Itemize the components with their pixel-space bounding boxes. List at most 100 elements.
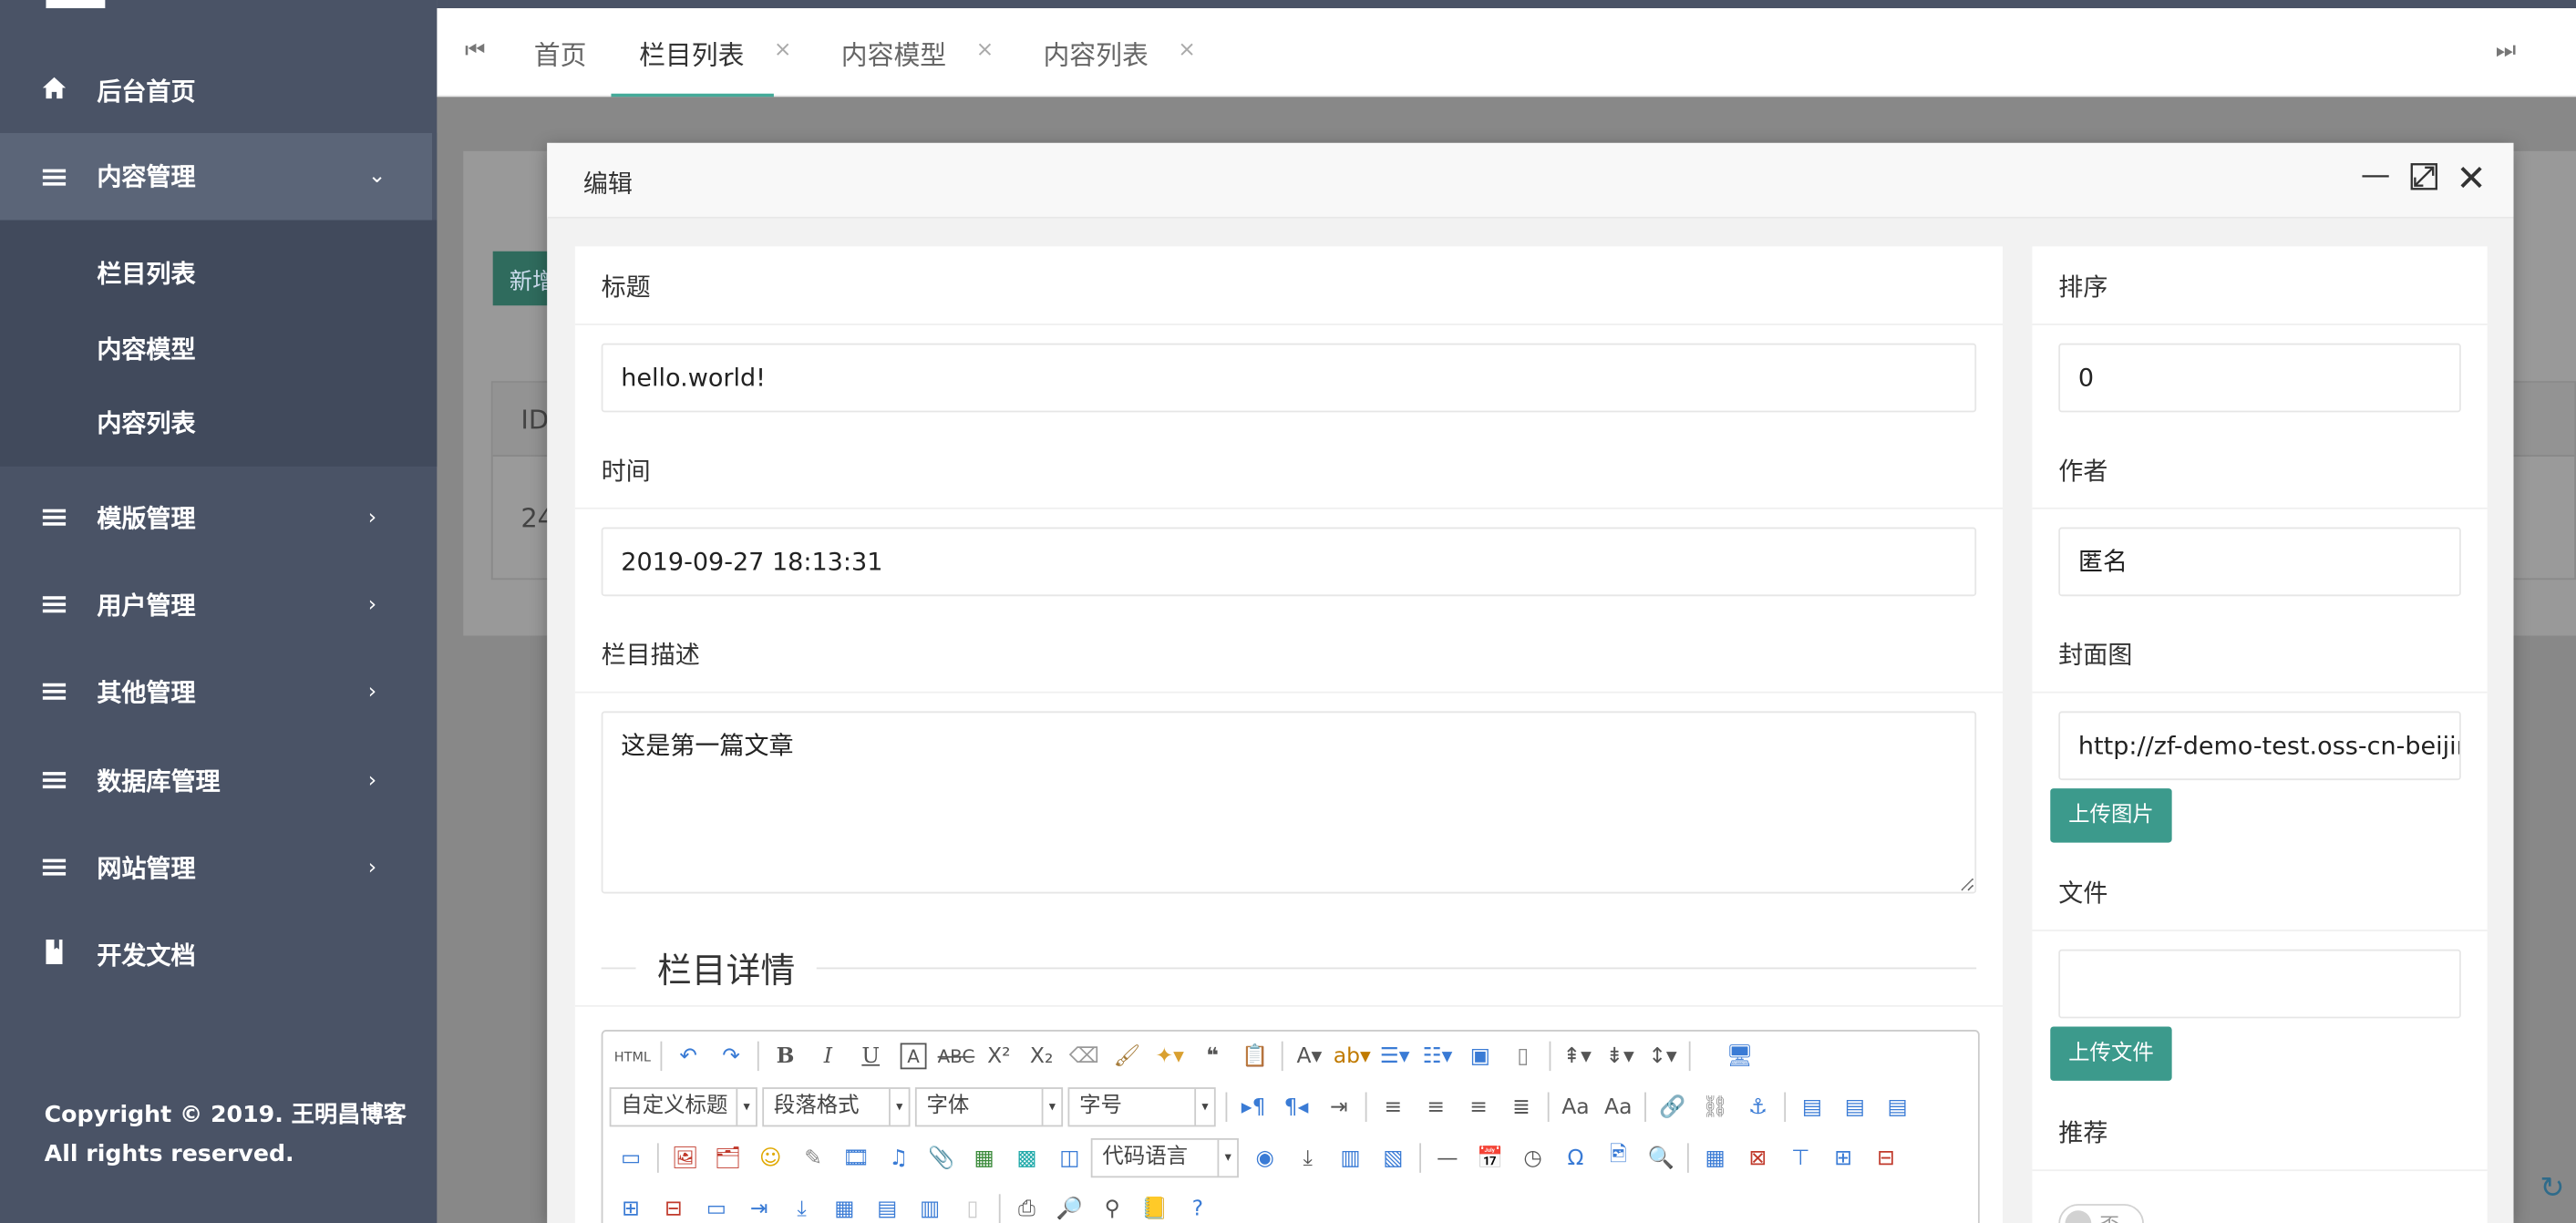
date-icon[interactable]: 📅 <box>1468 1140 1511 1177</box>
sort-input[interactable]: 0 <box>2058 343 2461 413</box>
font-color-icon[interactable]: A▾ <box>1288 1038 1331 1074</box>
template-icon[interactable]: ▧ <box>1372 1140 1415 1177</box>
recommend-toggle[interactable]: 否 <box>2058 1204 2145 1223</box>
tab-close-icon[interactable]: × <box>976 37 994 62</box>
help-icon[interactable]: ? <box>1176 1191 1219 1223</box>
print-icon[interactable]: ⎙ <box>1005 1191 1048 1223</box>
find-icon[interactable]: ⚲ <box>1091 1191 1134 1223</box>
gmap-icon[interactable]: ▩ <box>1005 1140 1048 1177</box>
strikethrough-icon[interactable]: ABC <box>935 1038 978 1074</box>
merge-down-icon[interactable]: ⤓ <box>780 1191 823 1223</box>
insert-col-icon[interactable]: ⊞ <box>610 1191 653 1223</box>
multi-image-icon[interactable]: 🗂 <box>706 1140 749 1177</box>
italic-icon[interactable]: I <box>807 1038 850 1074</box>
split-cells-icon[interactable]: ▦ <box>823 1191 866 1223</box>
split-rows-icon[interactable]: ▤ <box>866 1191 909 1223</box>
disabled-tool-icon[interactable]: ▯ <box>952 1191 994 1223</box>
font-border-icon[interactable]: A <box>900 1043 927 1070</box>
delete-col-icon[interactable]: ⊟ <box>653 1191 696 1223</box>
scrawl-icon[interactable]: ✎ <box>792 1140 835 1177</box>
special-chars-icon[interactable]: Ω <box>1554 1140 1597 1177</box>
sidebar-item-template[interactable]: 模版管理 › <box>0 481 437 553</box>
time-icon[interactable]: ◷ <box>1511 1140 1554 1177</box>
uppercase-icon[interactable]: Aa <box>1554 1089 1597 1125</box>
ordered-list-icon[interactable]: ☰▾ <box>1374 1038 1417 1074</box>
tab-scroll-right-icon[interactable]: ⏭ <box>2496 37 2517 64</box>
minimize-icon[interactable]: — <box>2361 158 2390 192</box>
background-icon[interactable]: ▥ <box>1329 1140 1372 1177</box>
attachment-icon[interactable]: 📎 <box>920 1140 963 1177</box>
link-icon[interactable]: 🔗 <box>1651 1089 1694 1125</box>
submenu-item-content-list[interactable]: 内容列表 <box>97 406 195 440</box>
auto-format-icon[interactable]: ✦▾ <box>1149 1038 1191 1074</box>
upload-file-button[interactable]: 上传文件 <box>2050 1026 2172 1081</box>
title-input[interactable]: hello.world! <box>601 343 1977 413</box>
anchor-icon[interactable]: ⚓ <box>1736 1089 1779 1125</box>
eraser-icon[interactable]: ⌫ <box>1063 1038 1106 1074</box>
highlight-color-icon[interactable]: ab▾ <box>1331 1038 1374 1074</box>
merge-cells-icon[interactable]: ▭ <box>695 1191 737 1223</box>
delete-table-icon[interactable]: ⊠ <box>1736 1140 1779 1177</box>
web-app-icon[interactable]: ◉ <box>1243 1140 1286 1177</box>
submenu-item-column-list[interactable]: 栏目列表 <box>97 256 195 291</box>
preview-zoom-icon[interactable]: 🔎 <box>1048 1191 1091 1223</box>
indent-icon[interactable]: ⇥ <box>1317 1089 1360 1125</box>
html-source-icon[interactable]: HTML <box>610 1038 655 1074</box>
tab-close-icon[interactable]: × <box>774 37 792 62</box>
clear-doc-icon[interactable]: ▯ <box>1501 1038 1544 1074</box>
insert-paragraph-before-table-icon[interactable]: ⊤ <box>1779 1140 1822 1177</box>
submenu-item-content-model[interactable]: 内容模型 <box>97 332 195 366</box>
insert-video-icon[interactable]: 🎞 <box>835 1140 878 1177</box>
align-right-icon[interactable]: ≡ <box>1458 1089 1500 1125</box>
music-icon[interactable]: ♫ <box>877 1140 920 1177</box>
paste-text-icon[interactable]: 📋 <box>1234 1038 1277 1074</box>
subscript-icon[interactable]: X₂ <box>1020 1038 1063 1074</box>
maximize-icon[interactable] <box>2410 162 2438 199</box>
emotion-icon[interactable]: ☺ <box>749 1140 792 1177</box>
insert-table-icon[interactable]: ▦ <box>1694 1140 1736 1177</box>
merge-right-icon[interactable]: ⇥ <box>737 1191 780 1223</box>
file-input[interactable] <box>2058 949 2461 1019</box>
delete-row-icon[interactable]: ⊟ <box>1865 1140 1908 1177</box>
insert-frame-icon[interactable]: ◫ <box>1048 1140 1091 1177</box>
underline-icon[interactable]: U <box>850 1038 892 1074</box>
sidebar-item-website[interactable]: 网站管理 › <box>0 831 437 903</box>
sidebar-item-docs[interactable]: 开发文档 <box>0 918 437 990</box>
rtl-icon[interactable]: ¶◂ <box>1275 1089 1318 1125</box>
sidebar-item-content[interactable]: 内容管理 ⌄ <box>0 132 438 221</box>
undo-icon[interactable]: ↶ <box>667 1038 710 1074</box>
description-textarea[interactable]: 这是第一篇文章 <box>601 711 1977 894</box>
code-language-select[interactable]: 代码语言 ▾ <box>1090 1137 1239 1178</box>
drafts-icon[interactable]: 📒 <box>1134 1191 1177 1223</box>
lowercase-icon[interactable]: Aa <box>1597 1089 1640 1125</box>
superscript-icon[interactable]: X² <box>977 1038 1020 1074</box>
split-cols-icon[interactable]: ▥ <box>909 1191 952 1223</box>
search-replace-icon[interactable]: 🔍 <box>1640 1140 1683 1177</box>
sidebar-item-other[interactable]: 其他管理 › <box>0 655 437 727</box>
tab-content-model[interactable]: 内容模型 <box>841 8 946 97</box>
custom-heading-select[interactable]: 自定义标题 ▾ <box>609 1087 757 1127</box>
tab-column-list[interactable]: 栏目列表 <box>611 8 774 98</box>
map-icon[interactable]: ▦ <box>963 1140 1005 1177</box>
image-none-icon[interactable]: ▭ <box>610 1140 653 1177</box>
align-center-icon[interactable]: ≡ <box>1415 1089 1458 1125</box>
horizontal-rule-icon[interactable]: — <box>1426 1140 1468 1177</box>
page-break-icon[interactable]: ⤓ <box>1286 1140 1329 1177</box>
author-input[interactable]: 匿名 <box>2058 527 2461 597</box>
sidebar-item-home[interactable]: 后台首页 <box>0 54 437 126</box>
line-height-icon[interactable]: ↕▾ <box>1641 1038 1684 1074</box>
tab-scroll-left-icon[interactable]: ⏮ <box>465 37 486 64</box>
select-all-icon[interactable]: ▣ <box>1458 1038 1501 1074</box>
insert-image-icon[interactable]: 🖼 <box>664 1140 706 1177</box>
preview-icon[interactable]: 🖥 <box>1718 1038 1761 1074</box>
tab-close-icon[interactable]: × <box>1178 37 1196 62</box>
row-spacing-top-icon[interactable]: ⇞▾ <box>1556 1038 1599 1074</box>
ltr-icon[interactable]: ▸¶ <box>1232 1089 1275 1125</box>
refresh-icon[interactable]: ↻ <box>2540 1171 2564 1206</box>
bold-icon[interactable]: B <box>764 1038 807 1074</box>
image-float-left-icon[interactable]: ▤ <box>1791 1089 1834 1125</box>
time-input[interactable]: 2019-09-27 18:13:31 <box>601 527 1977 597</box>
redo-icon[interactable]: ↷ <box>710 1038 753 1074</box>
font-family-select[interactable]: 字体 ▾ <box>914 1087 1064 1127</box>
upload-image-button[interactable]: 上传图片 <box>2050 788 2172 843</box>
